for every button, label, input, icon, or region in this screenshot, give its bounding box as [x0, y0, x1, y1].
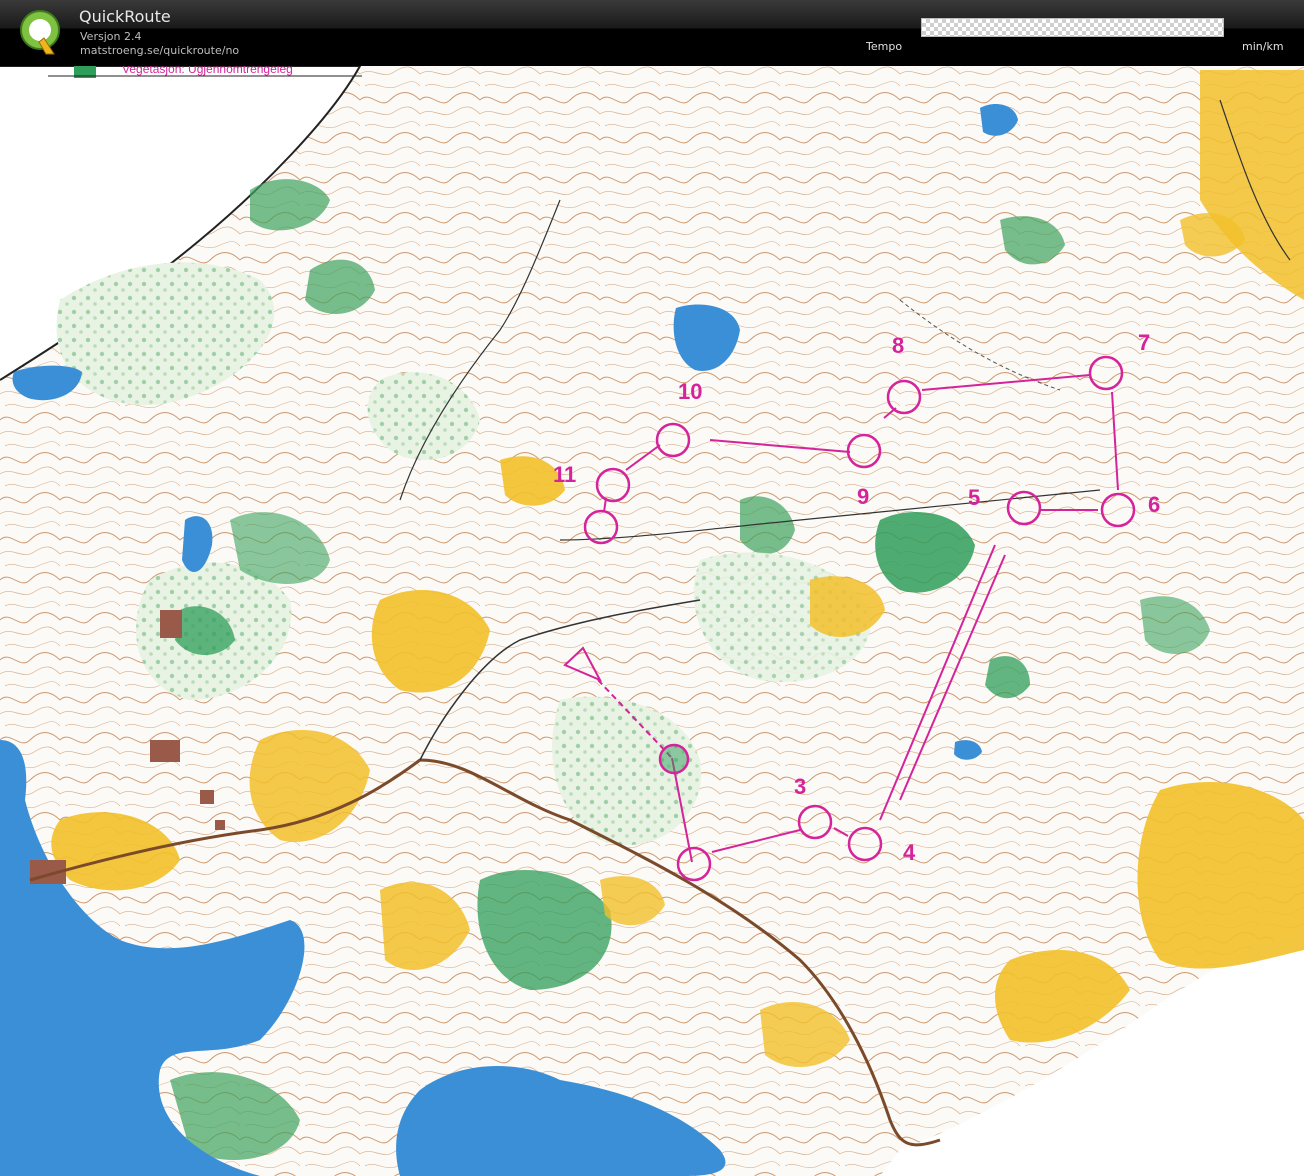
app-header: QuickRoute Versjon 2.4 matstroeng.se/qui… [0, 0, 1304, 66]
control-number-7: 7 [1138, 330, 1150, 355]
app-title: QuickRoute [79, 7, 171, 26]
control-number-3: 3 [794, 774, 806, 799]
control-number-11: 11 [553, 462, 576, 487]
control-number-6: 6 [1148, 492, 1160, 517]
tempo-unit: min/km [1242, 40, 1284, 53]
control-number-9: 9 [857, 484, 869, 509]
legend-text: Vegetasjon: Ugjennomtrengeleg [122, 66, 293, 76]
app-version: Versjon 2.4 [80, 30, 142, 43]
tempo-color-scale [921, 18, 1224, 37]
control-number-5: 5 [968, 485, 980, 510]
orienteering-map[interactable]: Vegetasjon: Ugjennomtrengeleg 3 4 5 6 7 … [0, 66, 1304, 1176]
tempo-label: Tempo [866, 40, 903, 53]
quickroute-logo-icon [20, 10, 60, 55]
control-number-8: 8 [892, 333, 904, 358]
app-url: matstroeng.se/quickroute/no [80, 44, 240, 57]
control-circle-1 [658, 743, 690, 775]
control-number-4: 4 [903, 840, 916, 865]
control-number-10: 10 [678, 379, 702, 404]
